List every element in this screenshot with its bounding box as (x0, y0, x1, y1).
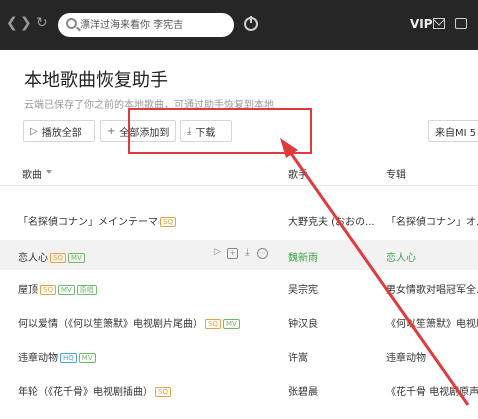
annotation-arrow (280, 138, 470, 406)
